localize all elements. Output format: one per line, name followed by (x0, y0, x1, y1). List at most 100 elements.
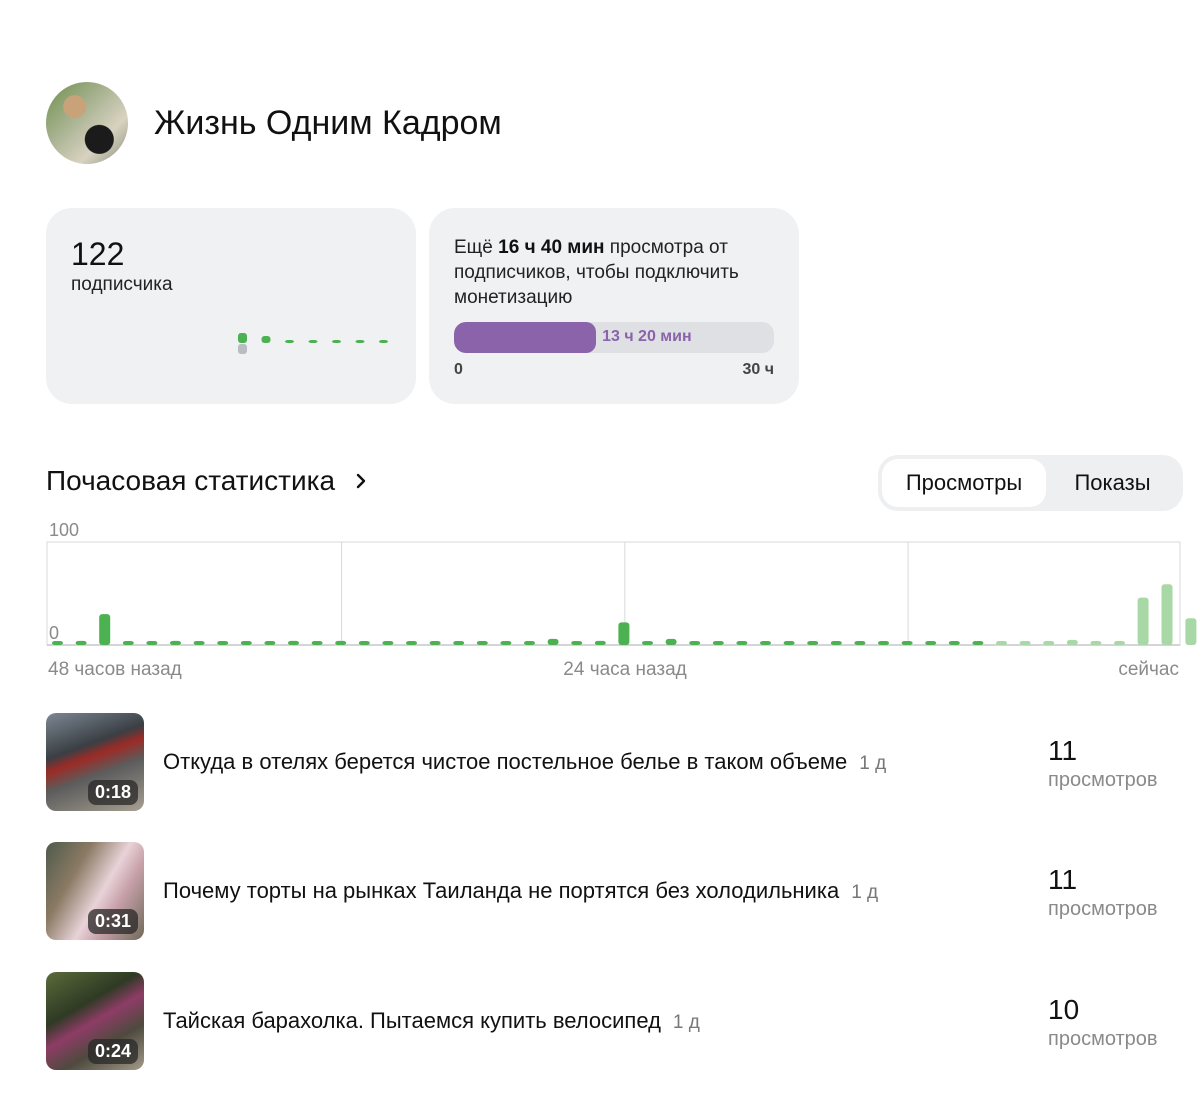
chart-bar[interactable] (689, 641, 701, 645)
chart-bar[interactable] (193, 641, 205, 645)
subscribers-sparkline (238, 333, 388, 354)
chart-bar[interactable] (52, 641, 63, 645)
chart-bar[interactable] (878, 641, 889, 645)
sparkline-bar (261, 336, 271, 343)
sparkline-bar (379, 340, 388, 343)
video-age: 1 д (672, 1012, 700, 1033)
chart-bar[interactable] (618, 622, 630, 645)
chart-bar[interactable] (830, 641, 842, 645)
chart-bar[interactable] (547, 638, 559, 645)
sparkline-bar (285, 340, 294, 343)
y-tick-label: 0 (49, 623, 59, 643)
chart-bar[interactable] (99, 614, 111, 645)
chart-bar[interactable] (1043, 641, 1055, 645)
monetization-progress-fill (454, 322, 597, 353)
chart-bar[interactable] (406, 641, 417, 645)
chart-bar[interactable] (122, 641, 134, 645)
subscribers-label: подписчика (71, 274, 173, 295)
monetization-progress-label: 13 ч 20 мин (602, 328, 692, 345)
chart-bar[interactable] (146, 641, 158, 645)
chart-bar[interactable] (311, 641, 323, 645)
subscribers-card[interactable]: 122 подписчика (46, 208, 416, 404)
channel-header: Жизнь Одним Кадром (46, 82, 502, 164)
x-tick-label: 48 часов назад (48, 659, 182, 680)
x-tick-label: 24 часа назад (563, 659, 686, 680)
chart-bar[interactable] (240, 641, 252, 645)
sparkline-bar (308, 340, 318, 343)
video-thumbnail[interactable]: 0:24 (46, 972, 144, 1070)
video-item[interactable]: 0:18 Откуда в отелях берется чистое пост… (46, 713, 1186, 811)
monetization-text: Ещё 16 ч 40 мин просмотра от подписчиков… (454, 237, 739, 308)
monetization-progress: 13 ч 20 мин (454, 322, 774, 353)
chart-bar[interactable] (217, 641, 229, 645)
monetization-remaining: 16 ч 40 мин (498, 237, 605, 258)
chart-bar[interactable] (1185, 618, 1197, 645)
chart-bar[interactable] (571, 641, 583, 645)
video-views-label: просмотров (1048, 1028, 1158, 1050)
chart-bar[interactable] (500, 641, 512, 645)
chart-bar[interactable] (382, 641, 394, 645)
progress-scale-min: 0 (454, 361, 463, 378)
video-age: 1 д (859, 753, 887, 774)
video-item[interactable]: 0:31 Почему торты на рынках Таиланда не … (46, 842, 1186, 940)
chart-bar[interactable] (358, 641, 370, 645)
chart-bar[interactable] (972, 641, 984, 645)
sparkline-bar (332, 340, 341, 343)
chart-bar[interactable] (335, 640, 347, 645)
video-thumbnail[interactable]: 0:31 (46, 842, 144, 940)
chart-bar[interactable] (807, 641, 819, 645)
chart-bar[interactable] (925, 641, 937, 645)
video-duration: 0:18 (87, 780, 138, 805)
sparkline-bar (355, 340, 365, 343)
video-views-label: просмотров (1048, 769, 1158, 791)
chart-bar[interactable] (948, 641, 960, 645)
chart-bar[interactable] (476, 641, 488, 645)
chevron-right-icon (356, 473, 366, 489)
chart-bar[interactable] (75, 640, 87, 645)
chart-bar[interactable] (1090, 641, 1102, 645)
x-tick-label: сейчас (1118, 659, 1179, 680)
chart-bar[interactable] (783, 641, 795, 645)
chart-bar[interactable] (429, 641, 441, 645)
video-age: 1 д (851, 882, 879, 903)
chart-bar[interactable] (996, 641, 1007, 645)
chart-bar[interactable] (736, 641, 748, 645)
metric-toggle: Просмотры Показы (878, 455, 1183, 511)
video-title[interactable]: Тайская барахолка. Пытаемся купить велос… (163, 1008, 700, 1034)
chart-bar[interactable] (1019, 641, 1031, 645)
chart-bar[interactable] (760, 641, 771, 645)
chart-bar[interactable] (524, 641, 535, 645)
chart-bar[interactable] (170, 640, 181, 645)
chart-bar[interactable] (1161, 584, 1173, 645)
chart-bar[interactable] (665, 638, 677, 645)
hourly-chart: 100 0 48 часов назад 24 часа назад сейчас (46, 520, 1197, 680)
chart-bar[interactable] (264, 641, 276, 645)
subscribers-count: 122 (71, 236, 125, 272)
chart-bar[interactable] (901, 641, 913, 645)
chart-bar[interactable] (288, 640, 299, 645)
video-item[interactable]: 0:24 Тайская барахолка. Пытаемся купить … (46, 972, 1186, 1070)
video-title[interactable]: Почему торты на рынках Таиланда не портя… (163, 878, 878, 904)
chart-frame (46, 541, 1181, 646)
channel-avatar[interactable] (46, 82, 128, 164)
hourly-stats-title: Почасовая статистика (46, 465, 336, 496)
video-duration: 0:24 (87, 1039, 138, 1064)
chart-bar[interactable] (712, 641, 724, 645)
tab-views[interactable]: Просмотры (882, 459, 1046, 507)
chart-bar[interactable] (453, 641, 465, 645)
tab-impressions[interactable]: Показы (1046, 459, 1179, 507)
monetization-card[interactable]: Ещё 16 ч 40 мин просмотра от подписчиков… (429, 208, 799, 404)
video-thumbnail[interactable]: 0:18 (46, 713, 144, 811)
video-views-count: 11 (1048, 864, 1078, 895)
chart-bar[interactable] (1066, 639, 1078, 645)
hourly-stats-link[interactable]: Почасовая статистика (46, 465, 369, 497)
chart-bar[interactable] (594, 640, 606, 645)
progress-scale-max: 30 ч (742, 361, 774, 378)
chart-bar[interactable] (1137, 597, 1149, 645)
chart-bar[interactable] (854, 641, 866, 645)
chart-bar[interactable] (1114, 641, 1125, 645)
video-title[interactable]: Откуда в отелях берется чистое постельно… (163, 749, 886, 775)
y-tick-label: 100 (49, 520, 79, 540)
sparkline-bar (238, 333, 247, 343)
chart-bar[interactable] (642, 641, 653, 645)
